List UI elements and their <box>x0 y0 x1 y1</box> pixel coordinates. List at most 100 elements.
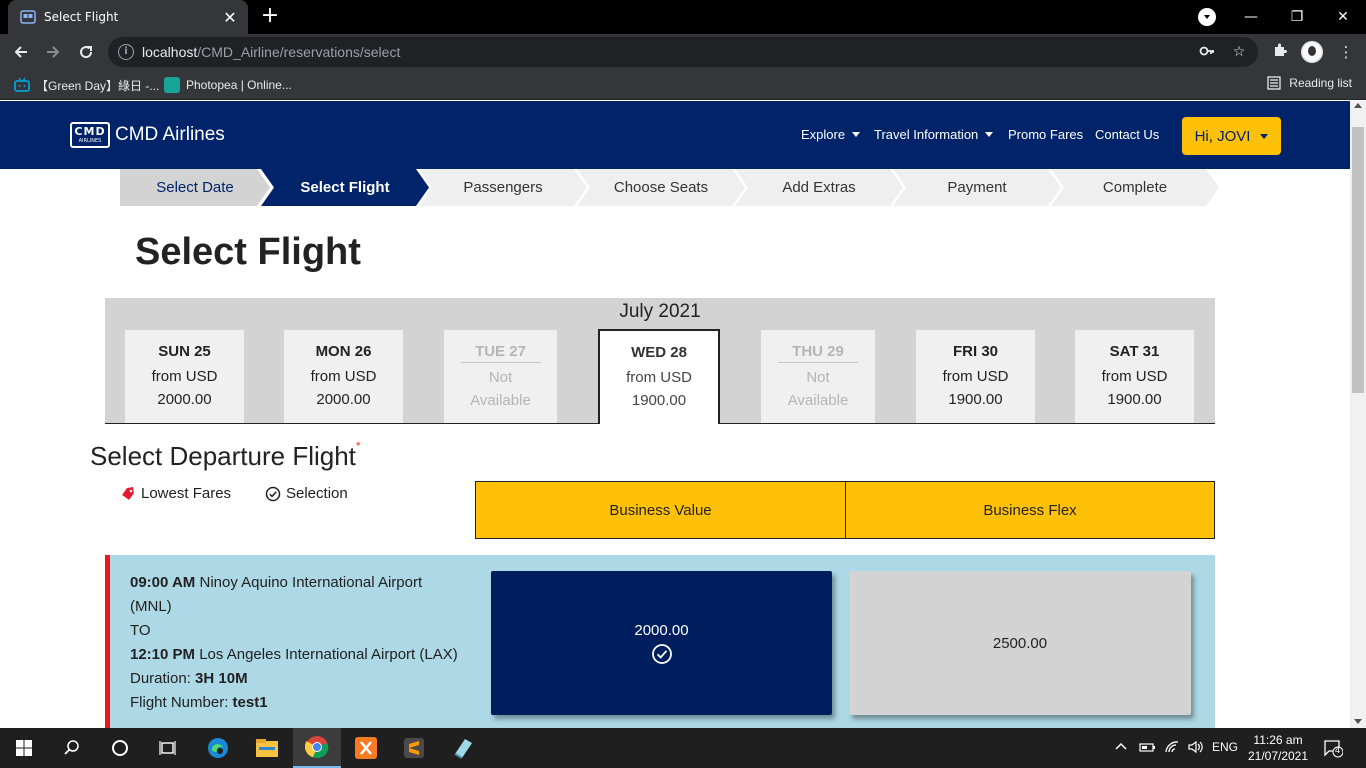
booking-progress-steps: Select Date Select Flight Passengers Cho… <box>120 169 1220 206</box>
departure-line: 09:00 AM Ninoy Aquino International Airp… <box>130 571 490 595</box>
to-label: TO <box>130 622 151 639</box>
brand-home-link[interactable]: CMD AIRLINES CMD Airlines <box>70 122 225 148</box>
day-name: FRI 30 <box>952 343 998 360</box>
new-tab-icon[interactable]: + <box>258 4 282 28</box>
caret-down-icon <box>1260 133 1269 139</box>
reading-list-button[interactable]: Reading list <box>1267 76 1352 90</box>
nav-label: Contact Us <box>1095 127 1160 142</box>
fare-option-business-flex[interactable]: 2500.00 <box>849 571 1191 715</box>
file-explorer-icon[interactable] <box>243 728 291 768</box>
windows-taskbar: ENG 11:26 am 21/07/2021 4 <box>0 728 1366 768</box>
nav-explore[interactable]: Explore <box>801 127 861 142</box>
task-view-icon[interactable] <box>144 728 192 768</box>
date-option-fri-30[interactable]: FRI 30 from USD 1900.00 <box>916 330 1035 423</box>
nav-label: Promo Fares <box>1008 127 1084 142</box>
notifications-icon[interactable]: 4 <box>1323 738 1344 761</box>
url-text: localhost/CMD_Airline/reservations/selec… <box>142 44 401 60</box>
nav-promo-fares[interactable]: Promo Fares <box>1008 127 1083 142</box>
tab-close-icon[interactable]: ✕ <box>220 8 240 27</box>
start-windows-icon[interactable] <box>0 728 48 768</box>
nav-contact-us[interactable]: Contact Us <box>1095 127 1159 142</box>
volume-icon[interactable] <box>1187 740 1205 757</box>
required-mark: * <box>355 439 361 453</box>
arrival-time: 12:10 PM <box>130 646 196 663</box>
legend-selection: Selection <box>265 485 348 502</box>
window-close-icon[interactable]: ✕ <box>1320 0 1366 34</box>
day-name: THU 29 <box>778 343 858 363</box>
bookmark-label: Photopea | Online... <box>186 78 292 92</box>
xampp-icon[interactable] <box>342 728 390 768</box>
date-option-mon-26[interactable]: MON 26 from USD 2000.00 <box>284 330 403 423</box>
wifi-icon[interactable] <box>1164 740 1180 757</box>
date-option-sun-25[interactable]: SUN 25 from USD 2000.00 <box>125 330 244 423</box>
bookmark-green-day[interactable]: 【Green Day】綠日 -... <box>14 76 159 94</box>
bookmark-photopea[interactable]: Photopea | Online... <box>164 76 292 94</box>
address-bar[interactable]: i localhost/CMD_Airline/reservations/sel… <box>108 37 1258 67</box>
scroll-up-icon[interactable] <box>1354 103 1362 108</box>
notification-count: 4 <box>1335 745 1341 755</box>
nav-label: Explore <box>801 127 846 142</box>
day-price-label: from USD <box>942 368 1009 385</box>
arrival-line: 12:10 PM Los Angeles International Airpo… <box>130 643 490 667</box>
browser-toolbar: i localhost/CMD_Airline/reservations/sel… <box>0 34 1366 70</box>
reload-icon[interactable] <box>73 39 99 65</box>
legend-label: Lowest Fares <box>141 485 232 502</box>
date-option-sat-31[interactable]: SAT 31 from USD 1900.00 <box>1075 330 1194 423</box>
day-price: 1900.00 <box>1107 391 1162 408</box>
forward-icon[interactable] <box>40 39 66 65</box>
step-select-flight[interactable]: Select Flight <box>261 169 429 206</box>
chrome-icon[interactable] <box>293 728 341 768</box>
price-tag-icon <box>122 486 134 500</box>
browser-tab[interactable]: Select Flight ✕ <box>8 0 248 34</box>
duration-label: Duration: <box>130 670 191 687</box>
back-icon[interactable] <box>8 39 34 65</box>
brand-logo: CMD AIRLINES <box>70 122 110 148</box>
step-add-extras: Add Extras <box>735 169 903 206</box>
step-label: Passengers <box>463 179 543 196</box>
step-passengers: Passengers <box>419 169 587 206</box>
scroll-thumb[interactable] <box>1352 127 1364 393</box>
day-price: 1900.00 <box>948 391 1003 408</box>
day-name: SAT 31 <box>1109 343 1160 360</box>
step-label: Complete <box>1102 179 1168 196</box>
fare-option-business-value[interactable]: 2000.00 <box>491 571 832 715</box>
departure-code: (MNL) <box>130 598 172 615</box>
page-scrollbar[interactable] <box>1350 101 1366 728</box>
user-menu-button[interactable]: Hi, JOVI <box>1182 117 1281 155</box>
cortana-icon[interactable] <box>96 728 144 768</box>
step-payment: Payment <box>893 169 1061 206</box>
language-indicator[interactable]: ENG <box>1212 740 1238 754</box>
flight-number-label: Flight Number: <box>130 694 229 711</box>
site-info-icon[interactable]: i <box>118 44 134 60</box>
menu-kebab-icon[interactable]: ⋮ <box>1336 42 1356 62</box>
battery-icon[interactable] <box>1139 740 1157 757</box>
day-status: Available <box>787 392 849 409</box>
nav-travel-information[interactable]: Travel Information <box>874 127 994 142</box>
notes-app-icon[interactable] <box>439 728 487 768</box>
search-icon[interactable] <box>48 728 96 768</box>
show-hidden-icons-icon[interactable] <box>1115 740 1127 754</box>
duration-value: 3H 10M <box>195 670 248 687</box>
bookmark-label: 【Green Day】綠日 -... <box>36 78 160 93</box>
tab-search-icon[interactable] <box>1198 8 1216 26</box>
edge-icon[interactable] <box>194 728 242 768</box>
legend-lowest-fares: Lowest Fares <box>120 485 231 502</box>
step-label: Payment <box>947 179 1007 196</box>
profile-avatar[interactable] <box>1301 41 1323 63</box>
restore-icon[interactable]: ❐ <box>1274 0 1320 34</box>
page-title: Select Flight <box>135 231 361 273</box>
extensions-icon[interactable] <box>1270 42 1290 62</box>
key-icon[interactable] <box>1198 43 1216 61</box>
brand-name: CMD Airlines <box>115 124 225 145</box>
date-option-wed-28[interactable]: WED 28 from USD 1900.00 <box>598 329 720 424</box>
sublime-text-icon[interactable] <box>390 728 438 768</box>
bookmark-star-icon[interactable]: ☆ <box>1230 43 1248 61</box>
minimize-icon[interactable]: — <box>1228 0 1274 34</box>
system-clock[interactable]: 11:26 am 21/07/2021 <box>1244 732 1312 764</box>
step-label: Choose Seats <box>613 179 709 196</box>
reading-list-label: Reading list <box>1289 76 1352 90</box>
arrival-airport: Los Angeles International Airport (LAX) <box>199 646 458 663</box>
step-select-date[interactable]: Select Date <box>120 169 270 206</box>
fare-price: 2000.00 <box>634 621 689 639</box>
scroll-down-icon[interactable] <box>1354 719 1362 724</box>
